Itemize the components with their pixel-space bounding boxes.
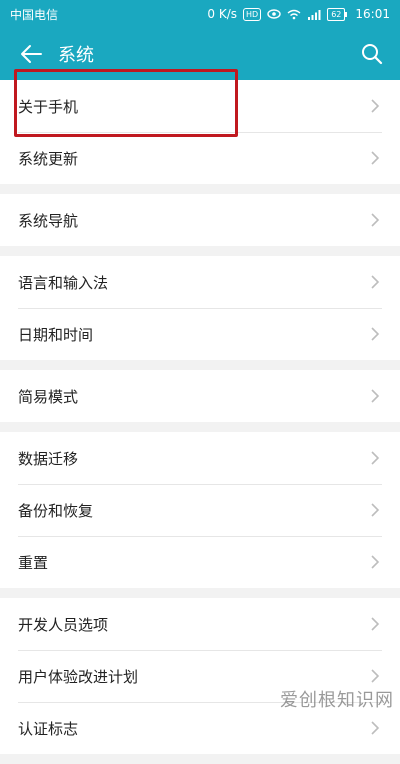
status-indicators: 0 K/s HD 62 16:01 xyxy=(207,7,390,21)
page-title: 系统 xyxy=(58,45,94,66)
clock: 16:01 xyxy=(355,7,390,21)
battery-icon: 62 xyxy=(327,7,348,21)
settings-item-label: 数据迁移 xyxy=(18,449,79,468)
hd-badge: HD xyxy=(243,7,262,21)
network-speed: 0 K/s xyxy=(207,7,238,21)
settings-item-label: 认证标志 xyxy=(18,719,79,738)
settings-item-data-migration[interactable]: 数据迁移 xyxy=(0,432,400,484)
settings-item-language-input[interactable]: 语言和输入法 xyxy=(0,256,400,308)
settings-item-label: 日期和时间 xyxy=(18,325,94,344)
settings-item-backup-restore[interactable]: 备份和恢复 xyxy=(0,484,400,536)
settings-item-reset[interactable]: 重置 xyxy=(0,536,400,588)
settings-item-label: 简易模式 xyxy=(18,387,79,406)
chevron-right-icon xyxy=(371,151,380,165)
settings-list: 关于手机 系统更新 系统导航 语言和输入法 日期和时间 简易模式 数据迁移 备份… xyxy=(0,80,400,764)
chevron-right-icon xyxy=(371,617,380,631)
arrow-left-icon xyxy=(21,45,42,63)
settings-item-label: 备份和恢复 xyxy=(18,501,94,520)
watermark: 爱创根知识网 xyxy=(280,690,394,711)
chevron-right-icon xyxy=(371,213,380,227)
settings-item-label: 用户体验改进计划 xyxy=(18,667,139,686)
settings-item-system-update[interactable]: 系统更新 xyxy=(0,132,400,184)
settings-group: 语言和输入法 日期和时间 xyxy=(0,256,400,360)
settings-group: 简易模式 xyxy=(0,370,400,422)
settings-group: 系统导航 xyxy=(0,194,400,246)
chevron-right-icon xyxy=(371,327,380,341)
chevron-right-icon xyxy=(371,275,380,289)
chevron-right-icon xyxy=(371,451,380,465)
settings-item-system-navigation[interactable]: 系统导航 xyxy=(0,194,400,246)
settings-item-label: 重置 xyxy=(18,553,49,572)
signal-icon xyxy=(308,9,321,20)
search-button[interactable] xyxy=(356,38,388,70)
chevron-right-icon xyxy=(371,555,380,569)
settings-group: 数据迁移 备份和恢复 重置 xyxy=(0,432,400,588)
carrier-label: 中国电信 xyxy=(10,7,59,22)
settings-item-label: 系统更新 xyxy=(18,149,79,168)
chevron-right-icon xyxy=(371,503,380,517)
settings-group: 开发人员选项 用户体验改进计划 认证标志 xyxy=(0,598,400,754)
settings-item-simple-mode[interactable]: 简易模式 xyxy=(0,370,400,422)
eye-icon xyxy=(267,9,281,19)
settings-item-date-time[interactable]: 日期和时间 xyxy=(0,308,400,360)
search-icon xyxy=(362,44,383,65)
settings-item-developer-options[interactable]: 开发人员选项 xyxy=(0,598,400,650)
chevron-right-icon xyxy=(371,389,380,403)
wifi-icon xyxy=(287,9,301,19)
chevron-right-icon xyxy=(371,669,380,683)
settings-item-label: 开发人员选项 xyxy=(18,615,109,634)
chevron-right-icon xyxy=(371,99,380,113)
highlight-annotation xyxy=(14,69,238,137)
settings-item-label: 系统导航 xyxy=(18,211,79,230)
chevron-right-icon xyxy=(371,721,380,735)
settings-item-label: 语言和输入法 xyxy=(18,273,109,292)
status-bar: 中国电信 0 K/s HD 62 16:01 xyxy=(0,0,400,28)
